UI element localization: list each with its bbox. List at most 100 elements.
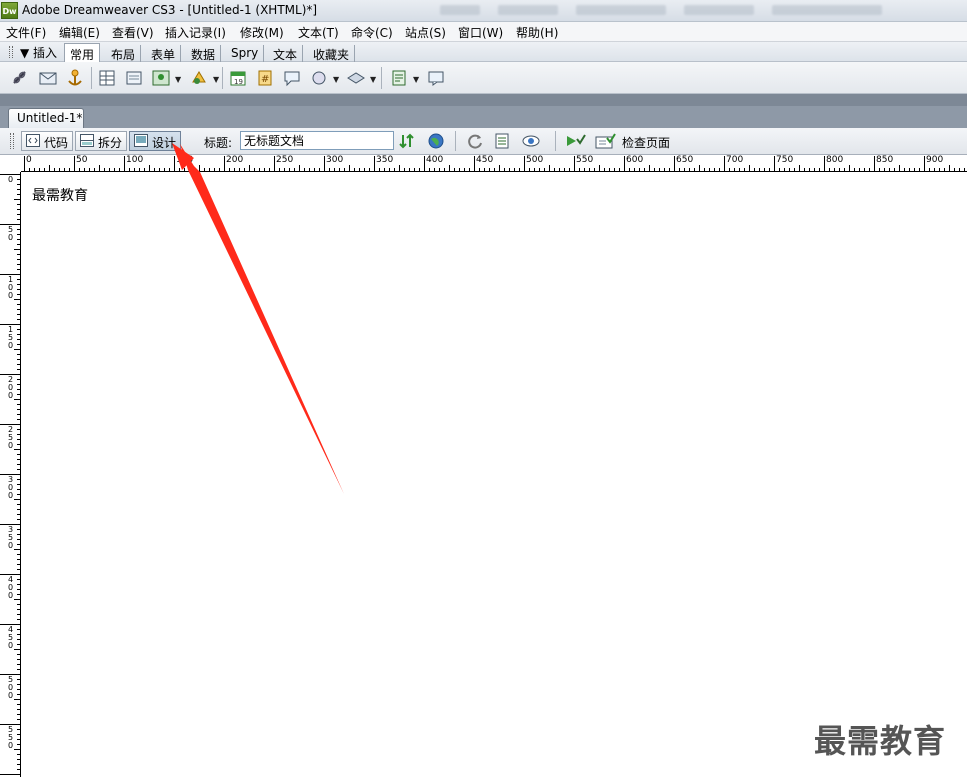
refresh-icon[interactable] [465, 131, 487, 151]
ruler-tick [17, 329, 21, 330]
email-link-icon[interactable] [38, 68, 58, 88]
ruler-tick [299, 165, 300, 172]
ruler-tick [899, 165, 900, 172]
ruler-label: 550 [576, 155, 594, 165]
image-dropdown-icon[interactable]: ▼ [175, 75, 181, 84]
ruler-label: 150 [8, 325, 14, 350]
ruler-tick [749, 165, 750, 172]
script-dropdown-icon[interactable]: ▼ [370, 75, 376, 84]
div-icon[interactable] [124, 68, 144, 88]
panel-grip[interactable] [9, 46, 13, 58]
ruler-tick [149, 165, 150, 172]
comment-icon[interactable] [282, 68, 302, 88]
ruler-tick [17, 364, 21, 365]
ruler-label: 550 [8, 725, 14, 750]
tab-spry[interactable]: Spry [226, 45, 265, 62]
head-icon[interactable] [309, 68, 329, 88]
check-page-icon[interactable] [594, 131, 616, 151]
page-title-input[interactable] [240, 131, 394, 150]
ruler-tick [17, 739, 21, 740]
check-page-label[interactable]: 检查页面 [622, 134, 670, 151]
ruler-tick [449, 165, 450, 172]
ruler-tick [17, 709, 21, 710]
ruler-tick [174, 156, 175, 172]
template-dropdown-icon[interactable]: ▼ [413, 75, 419, 84]
ruler-tick [17, 354, 21, 355]
ruler-tick [17, 234, 21, 235]
validate-markup-icon[interactable] [564, 131, 586, 151]
menu-edit[interactable]: 编辑(E) [59, 24, 100, 41]
ruler-tick [17, 264, 21, 265]
visual-aids-icon[interactable] [521, 131, 543, 151]
ruler-tick [124, 156, 125, 172]
ruler-tick [17, 734, 21, 735]
head-dropdown-icon[interactable]: ▼ [333, 75, 339, 84]
tab-text[interactable]: 文本 [268, 45, 304, 62]
menu-window[interactable]: 窗口(W) [458, 24, 503, 41]
tab-common[interactable]: 常用 [64, 43, 101, 62]
ruler-label: 650 [676, 155, 694, 165]
tag-chooser-icon[interactable] [426, 68, 446, 88]
ruler-label: 600 [626, 155, 644, 165]
tab-data[interactable]: 数据 [186, 45, 222, 62]
dreamweaver-app-icon[interactable]: Dw [1, 2, 18, 19]
ruler-label: 250 [8, 425, 14, 450]
tab-layout[interactable]: 布局 [106, 45, 142, 62]
menu-commands[interactable]: 命令(C) [351, 24, 393, 41]
server-comment-icon[interactable]: # [255, 68, 275, 88]
media-dropdown-icon[interactable]: ▼ [213, 75, 219, 84]
template-icon[interactable] [389, 68, 409, 88]
ruler-tick [17, 584, 21, 585]
ruler-tick [249, 165, 250, 172]
ruler-tick [17, 644, 21, 645]
view-options-icon[interactable] [493, 131, 515, 151]
menu-help[interactable]: 帮助(H) [516, 24, 558, 41]
split-view-button[interactable]: 拆分 [75, 131, 128, 151]
ruler-tick [17, 219, 21, 220]
ruler-label: 450 [476, 155, 494, 165]
ruler-tick [17, 629, 21, 630]
ruler-tick [17, 664, 21, 665]
ruler-tick [17, 339, 21, 340]
menu-modify[interactable]: 修改(M) [240, 24, 284, 41]
ruler-tick [17, 464, 21, 465]
ruler-tick [17, 659, 21, 660]
preview-browser-icon[interactable] [426, 131, 448, 151]
document-tab[interactable]: Untitled-1* [8, 108, 84, 128]
menu-bar: 文件(F) 编辑(E) 查看(V) 插入记录(I) 修改(M) 文本(T) 命令… [0, 22, 967, 42]
design-view-button[interactable]: 设计 [129, 131, 182, 151]
menu-view[interactable]: 查看(V) [112, 24, 154, 41]
design-canvas[interactable] [22, 172, 967, 777]
page-body-text[interactable]: 最需教育 [32, 185, 88, 205]
ruler-corner[interactable] [0, 155, 21, 172]
table-icon[interactable] [97, 68, 117, 88]
named-anchor-icon[interactable] [65, 68, 85, 88]
image-icon[interactable] [151, 68, 171, 88]
file-management-icon[interactable] [397, 131, 419, 151]
tab-favorites[interactable]: 收藏夹 [308, 45, 356, 62]
ruler-tick [17, 494, 21, 495]
ruler-tick [349, 165, 350, 172]
ruler-label: 200 [8, 375, 14, 400]
ruler-tick [924, 156, 925, 172]
ruler-tick [649, 165, 650, 172]
ruler-tick [17, 479, 21, 480]
ruler-label: 0 [8, 175, 14, 184]
menu-file[interactable]: 文件(F) [6, 24, 46, 41]
menu-insert-record[interactable]: 插入记录(I) [165, 24, 226, 41]
code-view-icon [26, 134, 40, 147]
ruler-tick [17, 419, 21, 420]
date-icon[interactable]: 19 [228, 68, 248, 88]
script-icon[interactable] [346, 68, 366, 88]
menu-site[interactable]: 站点(S) [405, 24, 446, 41]
tab-forms[interactable]: 表单 [146, 45, 182, 62]
ruler-tick [599, 165, 600, 172]
media-icon[interactable] [189, 68, 209, 88]
code-view-button[interactable]: 代码 [21, 131, 74, 151]
insert-panel-toggle[interactable]: ▼ 插入 [20, 44, 57, 61]
hyperlink-icon[interactable] [10, 68, 30, 88]
ruler-label: 300 [8, 475, 14, 500]
toolbar-grip[interactable] [10, 133, 14, 149]
ruler-tick [17, 669, 21, 670]
menu-text[interactable]: 文本(T) [298, 24, 339, 41]
